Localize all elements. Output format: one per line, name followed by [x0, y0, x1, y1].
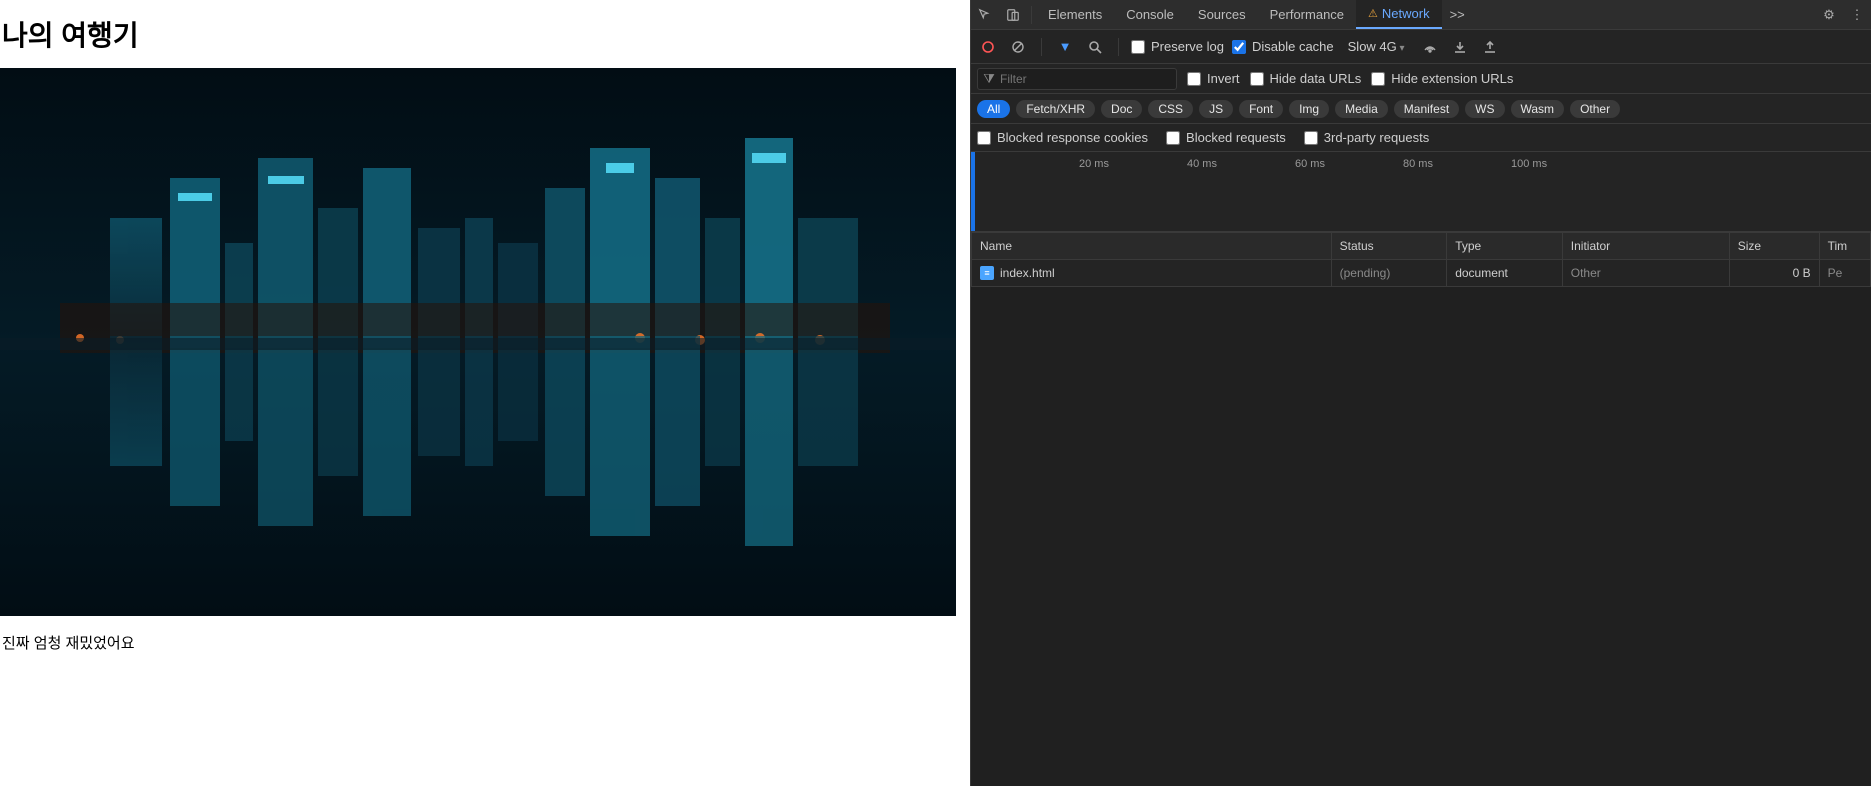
preserve-log-checkbox[interactable]: Preserve log [1131, 39, 1224, 54]
export-icon[interactable] [1479, 36, 1501, 58]
filter-icon[interactable]: ▼ [1054, 36, 1076, 58]
preserve-log-label: Preserve log [1151, 39, 1224, 54]
hide-ext-urls-label: Hide extension URLs [1391, 71, 1513, 86]
pill-manifest[interactable]: Manifest [1394, 100, 1459, 118]
pill-css[interactable]: CSS [1148, 100, 1193, 118]
invert-label: Invert [1207, 71, 1240, 86]
network-toolbar: ▼ Preserve log Disable cache Slow 4G [971, 30, 1871, 64]
request-name: index.html [1000, 266, 1055, 280]
timeline-cursor [971, 152, 975, 231]
network-request-grid[interactable]: NameStatusTypeInitiatorSizeTim ≡ index.ht… [971, 232, 1871, 786]
third-party-label: 3rd-party requests [1324, 130, 1430, 145]
separator [1031, 6, 1032, 24]
funnel-icon: ⧩ [978, 71, 1000, 87]
filter-input[interactable] [1000, 72, 1176, 86]
document-icon: ≡ [980, 266, 994, 280]
timeline-tick: 100 ms [1511, 158, 1547, 170]
pill-img[interactable]: Img [1289, 100, 1329, 118]
request-status: (pending) [1331, 260, 1447, 287]
pill-other[interactable]: Other [1570, 100, 1620, 118]
clear-icon[interactable] [1007, 36, 1029, 58]
filter-field[interactable]: ⧩ [977, 68, 1177, 90]
import-icon[interactable] [1449, 36, 1471, 58]
separator [1118, 38, 1119, 56]
pill-all[interactable]: All [977, 100, 1010, 118]
tabs-overflow[interactable]: >> [1442, 0, 1473, 29]
blocked-requests-label: Blocked requests [1186, 130, 1286, 145]
tab-performance[interactable]: Performance [1258, 0, 1356, 29]
hide-ext-urls-checkbox[interactable]: Hide extension URLs [1371, 71, 1513, 86]
page-caption: 진짜 엄청 재밌었어요 [0, 616, 970, 653]
record-icon[interactable] [977, 36, 999, 58]
pill-media[interactable]: Media [1335, 100, 1388, 118]
separator [1041, 38, 1042, 56]
col-type[interactable]: Type [1447, 233, 1563, 260]
resource-type-pills: All Fetch/XHR Doc CSS JS Font Img Media Manifest… [971, 94, 1871, 124]
tab-network[interactable]: Network [1356, 0, 1442, 29]
tab-sources[interactable]: Sources [1186, 0, 1258, 29]
pill-wasm[interactable]: Wasm [1511, 100, 1565, 118]
pill-doc[interactable]: Doc [1101, 100, 1142, 118]
col-tim[interactable]: Tim [1819, 233, 1870, 260]
hero-image [0, 68, 956, 616]
disable-cache-label: Disable cache [1252, 39, 1334, 54]
pill-fetchxhr[interactable]: Fetch/XHR [1016, 100, 1095, 118]
col-size[interactable]: Size [1729, 233, 1819, 260]
request-size: 0 B [1729, 260, 1819, 287]
request-initiator: Other [1562, 260, 1729, 287]
search-icon[interactable] [1084, 36, 1106, 58]
network-conditions-icon[interactable] [1419, 36, 1441, 58]
col-initiator[interactable]: Initiator [1562, 233, 1729, 260]
third-party-checkbox[interactable]: 3rd-party requests [1304, 130, 1430, 145]
network-filter-bar: ⧩ Invert Hide data URLs Hide extension U… [971, 64, 1871, 94]
extra-filters: Blocked response cookies Blocked request… [971, 124, 1871, 152]
device-toggle-icon[interactable] [999, 0, 1027, 29]
blocked-cookies-label: Blocked response cookies [997, 130, 1148, 145]
disable-cache-checkbox[interactable]: Disable cache [1232, 39, 1334, 54]
timeline-overview[interactable]: 20 ms 40 ms 60 ms 80 ms 100 ms [971, 152, 1871, 232]
timeline-tick: 20 ms [1079, 158, 1109, 170]
request-row[interactable]: ≡ index.html (pending)documentOther0 BPe [972, 260, 1871, 287]
pill-js[interactable]: JS [1199, 100, 1233, 118]
devtools-tab-bar: ElementsConsoleSourcesPerformanceNetwork… [971, 0, 1871, 30]
hide-data-urls-label: Hide data URLs [1270, 71, 1362, 86]
timeline-tick: 60 ms [1295, 158, 1325, 170]
inspect-icon[interactable] [971, 0, 999, 29]
hide-data-urls-checkbox[interactable]: Hide data URLs [1250, 71, 1362, 86]
timeline-tick: 40 ms [1187, 158, 1217, 170]
request-time: Pe [1819, 260, 1870, 287]
throttling-select[interactable]: Slow 4G [1342, 37, 1411, 56]
col-status[interactable]: Status [1331, 233, 1447, 260]
blocked-cookies-checkbox[interactable]: Blocked response cookies [977, 130, 1148, 145]
invert-checkbox[interactable]: Invert [1187, 71, 1240, 86]
timeline-tick: 80 ms [1403, 158, 1433, 170]
col-name[interactable]: Name [972, 233, 1332, 260]
settings-icon[interactable]: ⚙ [1815, 7, 1843, 23]
kebab-menu-icon[interactable]: ⋮ [1843, 7, 1871, 23]
tab-elements[interactable]: Elements [1036, 0, 1114, 29]
blocked-requests-checkbox[interactable]: Blocked requests [1166, 130, 1286, 145]
devtools-panel: ElementsConsoleSourcesPerformanceNetwork… [970, 0, 1871, 786]
pill-ws[interactable]: WS [1465, 100, 1504, 118]
tab-console[interactable]: Console [1114, 0, 1186, 29]
page-title: 나의 여행기 [0, 0, 970, 68]
webpage-content: 나의 여행기 [0, 0, 970, 786]
request-type: document [1447, 260, 1563, 287]
pill-font[interactable]: Font [1239, 100, 1283, 118]
